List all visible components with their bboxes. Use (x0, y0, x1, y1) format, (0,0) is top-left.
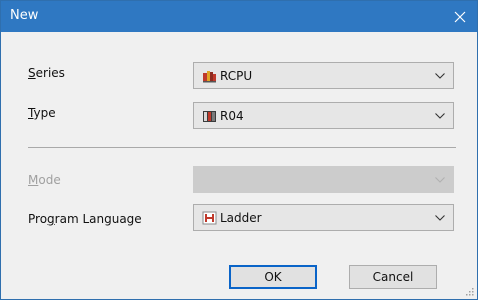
type-dropdown[interactable]: R04 (193, 102, 454, 129)
title-bar: New (1, 1, 477, 32)
series-dropdown[interactable]: RCPU (193, 62, 454, 89)
chevron-down-icon (435, 73, 445, 79)
series-value: RCPU (220, 69, 253, 83)
type-value: R04 (220, 109, 244, 123)
program-language-label: Program Language (28, 212, 142, 226)
mode-dropdown (193, 166, 454, 193)
section-divider (28, 147, 456, 148)
chevron-down-icon (435, 215, 445, 221)
type-label: Type (28, 106, 56, 120)
chevron-down-icon (435, 177, 445, 183)
rcpu-series-icon (203, 71, 216, 83)
mode-label: Mode (28, 173, 61, 187)
series-label: Series (28, 66, 65, 80)
chevron-down-icon (435, 113, 445, 119)
cancel-button[interactable]: Cancel (349, 265, 437, 289)
new-project-dialog: New Series RCPU Type R04 Mode Program La… (0, 0, 478, 300)
window-title: New (10, 8, 39, 23)
program-language-dropdown[interactable]: Ladder (193, 204, 454, 231)
program-language-value: Ladder (220, 211, 262, 225)
resize-grip-icon[interactable] (464, 286, 474, 296)
ok-button[interactable]: OK (229, 265, 317, 289)
r04-cpu-icon (203, 111, 216, 122)
ladder-icon (202, 211, 217, 225)
close-button[interactable] (443, 1, 477, 32)
close-icon (454, 11, 466, 22)
